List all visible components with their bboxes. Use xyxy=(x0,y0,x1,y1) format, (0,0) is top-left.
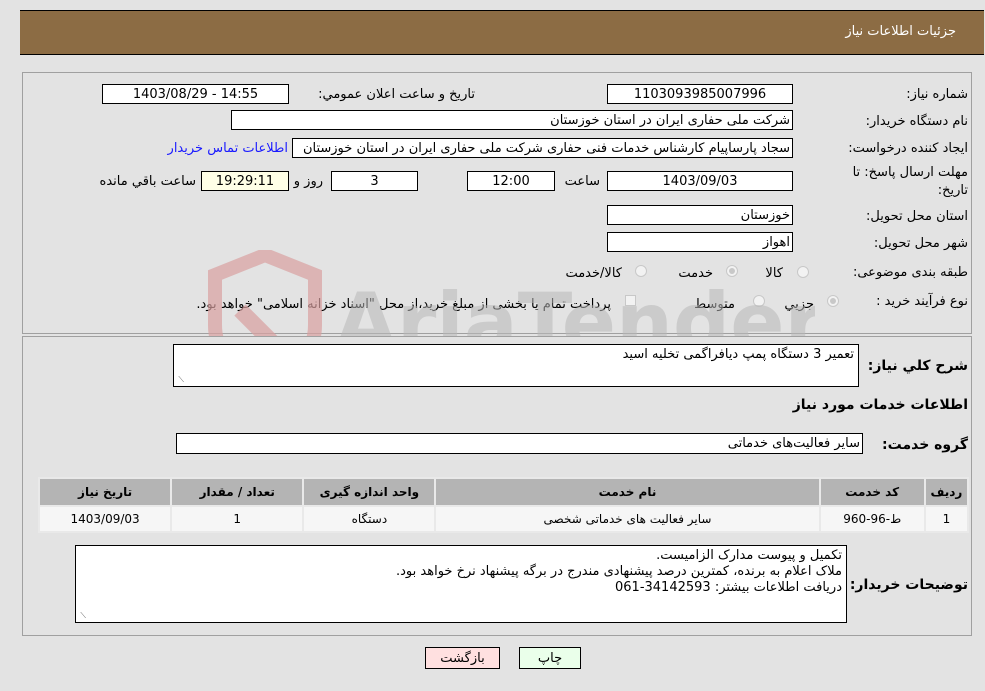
col-service-code: کد خدمت xyxy=(820,479,924,505)
need-number-field[interactable]: 1103093985007996 xyxy=(607,84,793,104)
requester-label: ایجاد کننده درخواست: xyxy=(848,141,968,156)
purchase-type-label: نوع فرآیند خرید : xyxy=(876,294,968,309)
buyer-notes-line: دریافت اطلاعات بیشتر: 34142593-061 xyxy=(614,580,842,595)
resize-grip-icon[interactable]: ⟋ xyxy=(176,376,184,384)
table-row: 1 ط-96-960 سایر فعالیت های خدماتی شخصی د… xyxy=(40,507,967,531)
print-button[interactable]: چاپ xyxy=(519,647,581,669)
deadline-time-field[interactable]: 12:00 xyxy=(467,171,555,191)
purchase-type-radio-medium[interactable] xyxy=(753,295,765,307)
description-text: تعمیر 3 دستگاه پمپ دیافراگمی تخلیه اسید xyxy=(622,347,854,362)
buyer-notes-label: توضیحات خریدار: xyxy=(849,577,968,593)
services-section-title: اطلاعات خدمات مورد نياز xyxy=(792,397,968,413)
deadline-label-line1: مهلت ارسال پاسخ: تا xyxy=(852,165,968,180)
cell-service-name: سایر فعالیت های خدماتی شخصی xyxy=(436,507,819,531)
category-radio-goods-service[interactable] xyxy=(635,265,647,277)
resize-grip-icon[interactable]: ⟋ xyxy=(78,612,86,620)
days-label: روز و xyxy=(293,174,323,189)
purchase-type-option-minor: جزيي xyxy=(784,297,814,312)
announce-datetime-label: تاریخ و ساعت اعلان عمومي: xyxy=(318,87,475,102)
treasury-payment-checkbox[interactable] xyxy=(625,295,636,306)
page-title: جزئیات اطلاعات نیاز xyxy=(845,24,956,39)
col-need-date: تاریخ نیاز xyxy=(40,479,171,505)
category-option-goods: کالا xyxy=(765,266,783,281)
cell-unit: دستگاه xyxy=(304,507,435,531)
delivery-city-field[interactable]: اهواز xyxy=(607,232,793,252)
table-header-row: ردیف کد خدمت نام خدمت واحد اندازه گیری ت… xyxy=(40,479,967,505)
purchase-type-option-medium: متوسط xyxy=(694,297,735,312)
category-radio-service[interactable] xyxy=(726,265,738,277)
col-unit: واحد اندازه گیری xyxy=(304,479,435,505)
cell-quantity: 1 xyxy=(172,507,303,531)
buyer-notes-line: تکمیل و پیوست مدارک الزامیست. xyxy=(656,548,842,563)
buyer-notes-line: ملاک اعلام به برنده، کمترین درصد پیشنهاد… xyxy=(396,564,842,579)
category-option-service: خدمت xyxy=(678,266,713,281)
col-row-number: ردیف xyxy=(925,479,967,505)
category-radio-goods[interactable] xyxy=(797,266,809,278)
description-label: شرح کلي نياز: xyxy=(867,358,968,374)
category-option-goods-service: کالا/خدمت xyxy=(565,266,622,281)
back-button[interactable]: بازگشت xyxy=(425,647,500,669)
cell-need-date: 1403/09/03 xyxy=(40,507,171,531)
buyer-org-label: نام دستگاه خریدار: xyxy=(865,114,968,129)
remaining-time-label: ساعت باقي مانده xyxy=(99,174,196,189)
description-textarea[interactable]: تعمیر 3 دستگاه پمپ دیافراگمی تخلیه اسید … xyxy=(173,344,859,387)
announce-datetime-field[interactable]: 1403/08/29 - 14:55 xyxy=(102,84,289,104)
delivery-city-label: شهر محل تحویل: xyxy=(873,236,968,251)
buyer-contact-link[interactable]: اطلاعات تماس خریدار xyxy=(168,141,288,156)
requester-field[interactable]: سجاد پارساپیام کارشناس خدمات فنی حفاری ش… xyxy=(292,138,793,158)
page-header: جزئیات اطلاعات نیاز xyxy=(20,10,984,55)
services-table: ردیف کد خدمت نام خدمت واحد اندازه گیری ت… xyxy=(38,477,969,533)
delivery-province-label: استان محل تحویل: xyxy=(866,209,968,224)
purchase-type-radio-minor[interactable] xyxy=(827,295,839,307)
deadline-label-line2: تاریخ: xyxy=(937,183,968,198)
remaining-days-field: 3 xyxy=(331,171,418,191)
buyer-org-field[interactable]: شرکت ملی حفاری ایران در استان خوزستان xyxy=(231,110,793,130)
cell-service-code: ط-96-960 xyxy=(820,507,924,531)
service-group-label: گروه خدمت: xyxy=(882,437,968,453)
treasury-payment-note: پرداخت تمام یا بخشی از مبلغ خرید،از محل … xyxy=(196,297,611,312)
delivery-province-field[interactable]: خوزستان xyxy=(607,205,793,225)
col-service-name: نام خدمت xyxy=(436,479,819,505)
need-number-label: شماره نیاز: xyxy=(906,87,968,102)
buyer-notes-textarea[interactable]: تکمیل و پیوست مدارک الزامیست. ملاک اعلام… xyxy=(75,545,847,623)
col-quantity: تعداد / مقدار xyxy=(172,479,303,505)
remaining-time-field: 19:29:11 xyxy=(201,171,289,191)
service-group-field[interactable]: سایر فعالیت‌های خدماتی xyxy=(176,433,863,454)
deadline-time-label: ساعت xyxy=(564,174,600,189)
cell-row-number: 1 xyxy=(925,507,967,531)
category-label: طبقه بندی موضوعی: xyxy=(852,265,968,280)
deadline-date-field[interactable]: 1403/09/03 xyxy=(607,171,793,191)
